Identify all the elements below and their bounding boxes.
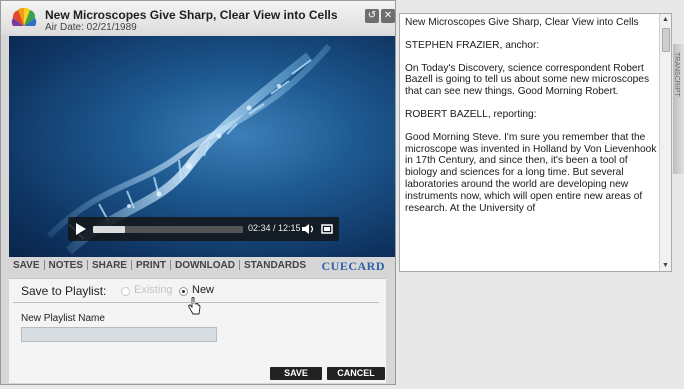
scroll-down-icon[interactable]: ▼ bbox=[661, 261, 670, 270]
standards-link[interactable]: STANDARDS bbox=[240, 260, 310, 271]
video-player-panel: New Microscopes Give Sharp, Clear View i… bbox=[0, 0, 396, 385]
existing-radio[interactable] bbox=[121, 287, 130, 296]
print-link[interactable]: PRINT bbox=[132, 260, 170, 271]
video-controls: 02:34 / 12:15 bbox=[68, 217, 339, 241]
transcript-title: New Microscopes Give Sharp, Clear View i… bbox=[405, 17, 639, 28]
share-link[interactable]: SHARE bbox=[88, 260, 131, 271]
play-icon[interactable] bbox=[75, 222, 87, 236]
save-to-playlist-label: Save to Playlist: bbox=[21, 284, 107, 298]
new-label: New bbox=[192, 284, 215, 296]
scroll-thumb[interactable] bbox=[662, 28, 670, 52]
transcript-panel[interactable]: New Microscopes Give Sharp, Clear View i… bbox=[399, 13, 672, 272]
transcript-scrollbar[interactable]: ▲ ▼ bbox=[659, 14, 671, 271]
download-link[interactable]: DOWNLOAD bbox=[171, 260, 239, 271]
popout-icon[interactable]: ↺ bbox=[365, 9, 379, 23]
new-radio[interactable] bbox=[179, 287, 188, 296]
close-icon[interactable]: ✕ bbox=[381, 9, 395, 23]
cancel-button[interactable]: CANCEL bbox=[327, 367, 385, 380]
nbc-peacock-logo bbox=[11, 7, 37, 26]
player-header: New Microscopes Give Sharp, Clear View i… bbox=[1, 1, 395, 35]
scroll-up-icon[interactable]: ▲ bbox=[661, 15, 670, 24]
fullscreen-icon[interactable] bbox=[320, 223, 334, 235]
existing-label: Existing bbox=[134, 284, 173, 296]
transcript-text: New Microscopes Give Sharp, Clear View i… bbox=[405, 17, 657, 225]
transcript-paragraph: Good Morning Steve. I'm sure you remembe… bbox=[405, 131, 657, 214]
transcript-paragraph: On Today's Discovery, science correspond… bbox=[405, 62, 650, 98]
save-to-playlist-panel: Save to Playlist: Existing New New Playl… bbox=[9, 278, 386, 383]
scrub-progress bbox=[93, 226, 125, 233]
new-playlist-name-input[interactable] bbox=[21, 327, 217, 342]
transcript-speaker: STEPHEN FRAZIER, anchor: bbox=[405, 39, 540, 51]
cuecard-logo: CUECARD bbox=[321, 259, 385, 273]
transcript-speaker: ROBERT BAZELL, reporting: bbox=[405, 108, 537, 120]
divider bbox=[13, 302, 379, 303]
video-area[interactable]: 02:34 / 12:15 bbox=[9, 36, 395, 257]
transcript-side-tab[interactable]: TRANSCRIPT bbox=[673, 44, 684, 174]
new-playlist-name-label: New Playlist Name bbox=[21, 313, 105, 324]
save-link[interactable]: SAVE bbox=[9, 260, 44, 271]
notes-link[interactable]: NOTES bbox=[45, 260, 87, 271]
air-date: Air Date: 02/21/1989 bbox=[45, 22, 137, 33]
time-readout: 02:34 / 12:15 bbox=[248, 223, 301, 233]
video-title: New Microscopes Give Sharp, Clear View i… bbox=[45, 8, 338, 22]
scrub-bar[interactable] bbox=[93, 226, 243, 233]
volume-icon[interactable] bbox=[301, 223, 315, 235]
save-button[interactable]: SAVE bbox=[270, 367, 322, 380]
hand-cursor-icon bbox=[188, 297, 201, 315]
side-tab-label: TRANSCRIPT bbox=[673, 52, 680, 97]
